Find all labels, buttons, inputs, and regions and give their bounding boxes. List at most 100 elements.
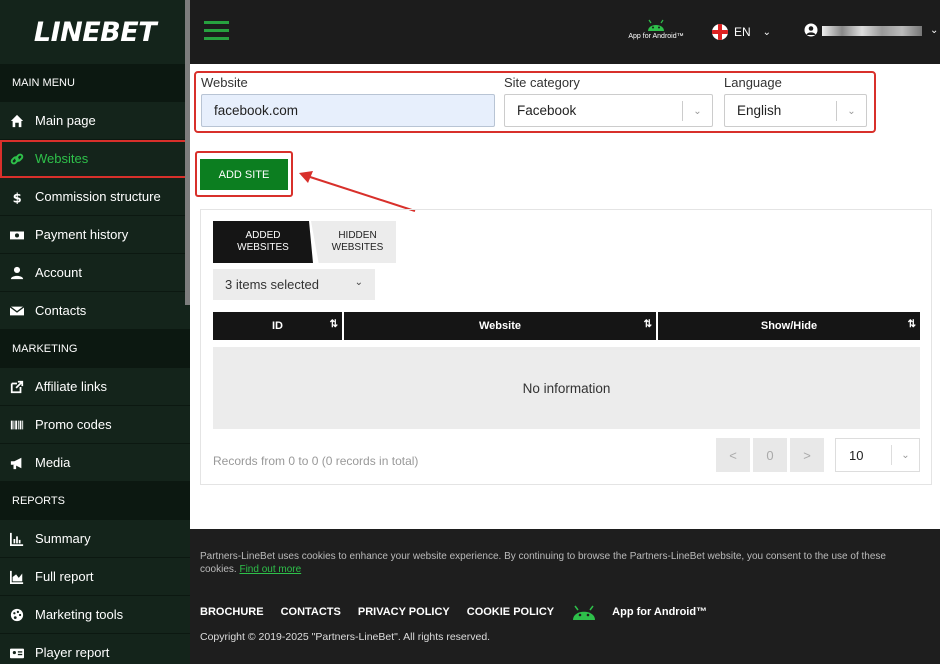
website-input[interactable]: facebook.com xyxy=(201,94,495,127)
column-header-website[interactable]: Website ⇅ xyxy=(344,312,656,340)
pagination-prev-button[interactable]: < xyxy=(716,438,750,472)
sidebar-item-payment-history[interactable]: Payment history xyxy=(0,216,190,254)
sidebar-item-label: Affiliate links xyxy=(35,379,108,394)
per-page-value: 10 xyxy=(849,447,864,463)
external-link-icon xyxy=(10,380,24,393)
language-select[interactable]: English ⌄ xyxy=(724,94,867,127)
tab-added-websites[interactable]: ADDED WEBSITES xyxy=(213,221,313,263)
svg-text:$: $ xyxy=(13,191,22,204)
sidebar-item-label: Commission structure xyxy=(35,189,161,204)
uk-flag-icon xyxy=(712,24,728,40)
bar-chart-icon xyxy=(10,532,24,546)
site-category-select[interactable]: Facebook ⌄ xyxy=(504,94,713,127)
user-menu[interactable]: ⌄ xyxy=(804,23,938,38)
sidebar-item-label: Contacts xyxy=(35,303,87,318)
pagination-current-page[interactable]: 0 xyxy=(753,438,787,472)
chevron-down-icon: ⌄ xyxy=(930,25,939,36)
main-content: Website facebook.com Site category Faceb… xyxy=(190,64,940,529)
sidebar-section-marketing: MARKETING xyxy=(0,330,190,368)
annotation-arrow xyxy=(299,171,416,212)
sidebar-item-full-report[interactable]: Full report xyxy=(0,558,190,596)
sidebar-item-label: Full report xyxy=(35,569,94,584)
sidebar-item-player-report[interactable]: Player report xyxy=(0,634,190,664)
chevron-down-icon: ⌄ xyxy=(354,277,363,288)
website-label: Website xyxy=(201,75,248,90)
user-avatar-icon xyxy=(804,23,818,37)
sidebar-item-label: Promo codes xyxy=(35,417,112,432)
column-header-id[interactable]: ID ⇅ xyxy=(213,312,342,340)
hamburger-menu-icon[interactable] xyxy=(204,21,229,41)
site-category-label: Site category xyxy=(504,75,580,90)
records-summary: Records from 0 to 0 (0 records in total) xyxy=(213,454,419,468)
add-site-button[interactable]: ADD SITE xyxy=(200,159,288,190)
sidebar-item-summary[interactable]: Summary xyxy=(0,520,190,558)
sidebar-item-account[interactable]: Account xyxy=(0,254,190,292)
sidebar-item-label: Media xyxy=(35,455,71,470)
tab-hidden-websites[interactable]: HIDDEN WEBSITES xyxy=(311,221,396,263)
sidebar-item-affiliate-links[interactable]: Affiliate links xyxy=(0,368,190,406)
logo-area[interactable]: LINEBET xyxy=(0,0,190,64)
android-icon[interactable] xyxy=(571,604,597,620)
sidebar-item-commission-structure[interactable]: $ Commission structure xyxy=(0,178,190,216)
barcode-icon xyxy=(10,420,24,429)
column-selector[interactable]: 3 items selected ⌄ xyxy=(213,269,375,300)
footer: Partners-LineBet uses cookies to enhance… xyxy=(190,529,940,664)
sidebar-item-label: Websites xyxy=(35,151,89,166)
sidebar-section-main-menu: MAIN MENU xyxy=(0,64,190,102)
language-selector[interactable]: EN ⌄ xyxy=(712,24,771,40)
items-selected-text: 3 items selected xyxy=(225,277,319,292)
language-code: EN xyxy=(734,25,751,39)
top-bar: App for Android™ EN ⌄ ⌄ xyxy=(190,0,940,64)
sidebar-item-label: Player report xyxy=(35,645,110,660)
per-page-select[interactable]: 10 ⌄ xyxy=(835,438,920,472)
sidebar-item-marketing-tools[interactable]: Marketing tools xyxy=(0,596,190,634)
footer-link-contacts[interactable]: CONTACTS xyxy=(281,606,341,618)
pagination-next-button[interactable]: > xyxy=(790,438,824,472)
sidebar-item-label: Payment history xyxy=(35,227,129,242)
id-card-icon xyxy=(10,648,24,658)
cookie-find-out-more-link[interactable]: Find out more xyxy=(239,564,301,575)
sidebar: LINEBET MAIN MENU Main page Websites $ C… xyxy=(0,0,190,664)
column-header-show-hide[interactable]: Show/Hide ⇅ xyxy=(658,312,920,340)
megaphone-icon xyxy=(10,457,22,469)
footer-link-brochure[interactable]: BROCHURE xyxy=(200,606,264,618)
sidebar-item-label: Summary xyxy=(35,531,91,546)
android-app-label: App for Android™ xyxy=(628,33,684,40)
linebet-logo[interactable]: LINEBET xyxy=(34,17,157,48)
website-input-value: facebook.com xyxy=(214,103,299,118)
column-header-label: Website xyxy=(479,320,521,332)
sidebar-item-websites[interactable]: Websites xyxy=(0,140,190,178)
website-tabs: ADDED WEBSITES HIDDEN WEBSITES xyxy=(213,221,396,263)
chevron-down-icon: ⌄ xyxy=(836,101,866,121)
language-value: English xyxy=(737,103,782,118)
sidebar-item-label: Marketing tools xyxy=(35,607,124,622)
copyright-text: Copyright © 2019-2025 "Partners-LineBet"… xyxy=(200,631,491,643)
footer-link-cookie-policy[interactable]: COOKIE POLICY xyxy=(467,606,554,618)
home-icon xyxy=(10,114,24,127)
site-category-value: Facebook xyxy=(517,103,577,118)
footer-link-privacy-policy[interactable]: PRIVACY POLICY xyxy=(358,606,450,618)
cookie-notice: Partners-LineBet uses cookies to enhance… xyxy=(200,550,920,576)
palette-icon xyxy=(10,608,24,621)
cookie-text: Partners-LineBet uses cookies to enhance… xyxy=(200,551,886,575)
dollar-icon: $ xyxy=(13,191,22,204)
sidebar-section-reports: REPORTS xyxy=(0,482,190,520)
user-icon xyxy=(10,266,24,279)
chevron-down-icon: ⌄ xyxy=(762,26,772,38)
user-name-blurred xyxy=(822,25,922,36)
sort-icon: ⇅ xyxy=(643,319,652,330)
sidebar-item-main-page[interactable]: Main page xyxy=(0,102,190,140)
column-header-label: ID xyxy=(272,320,283,332)
envelope-icon xyxy=(10,305,24,315)
add-site-highlight: ADD SITE xyxy=(195,151,293,197)
sidebar-item-label: Account xyxy=(35,265,82,280)
chevron-down-icon: ⌄ xyxy=(891,445,919,465)
sidebar-item-promo-codes[interactable]: Promo codes xyxy=(0,406,190,444)
footer-android-app-link[interactable]: App for Android™ xyxy=(612,606,707,618)
empty-table-message: No information xyxy=(213,347,920,429)
websites-panel: ADDED WEBSITES HIDDEN WEBSITES 3 items s… xyxy=(200,209,932,485)
sidebar-item-media[interactable]: Media xyxy=(0,444,190,482)
table-header: ID ⇅ Website ⇅ Show/Hide ⇅ xyxy=(213,312,920,340)
android-app-link[interactable]: App for Android™ xyxy=(626,18,686,40)
sidebar-item-contacts[interactable]: Contacts xyxy=(0,292,190,330)
